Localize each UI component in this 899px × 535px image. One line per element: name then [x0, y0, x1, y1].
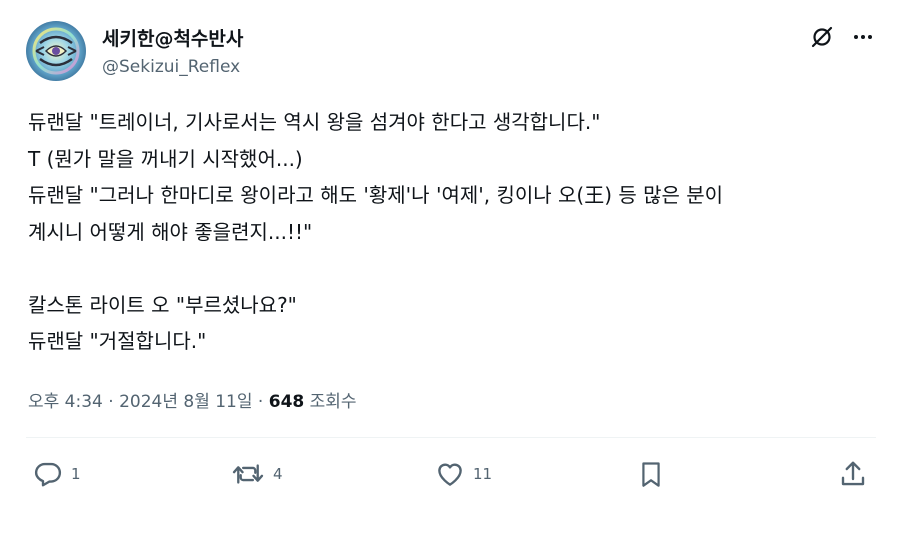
tweet-line: 듀랜달 "거절합니다.": [28, 329, 207, 353]
share-button[interactable]: [838, 458, 868, 490]
like-button[interactable]: 11: [435, 458, 492, 490]
like-count: 11: [473, 465, 493, 483]
tweet-line: T (뭔가 말을 꺼내기 시작했어...): [28, 146, 303, 171]
author-handle[interactable]: @Sekizui_Reflex: [102, 57, 240, 77]
share-icon: [841, 461, 865, 486]
author-display-name[interactable]: 세키한@척수반사: [102, 24, 243, 51]
tweet-line: 듀랜달 "트레이너, 기사로서는 역시 왕을 섬겨야 한다고 생각합니다.": [28, 110, 601, 134]
like-icon: [438, 463, 462, 486]
more-icon[interactable]: [850, 24, 876, 50]
bookmark-button[interactable]: [637, 458, 665, 490]
avatar[interactable]: [26, 21, 86, 81]
tweet-line: 칼스톤 라이트 오 "부르셨나요?": [28, 292, 297, 317]
views-count: 648: [268, 392, 305, 412]
grok-icon[interactable]: [809, 24, 835, 50]
tweet-line: 계시니 어떻게 해야 좋을련지...!!": [28, 219, 313, 244]
timestamp[interactable]: 오후 4:34 · 2024년 8월 11일 ·: [28, 392, 269, 412]
reply-count: 1: [71, 465, 81, 483]
retweet-icon: [232, 464, 264, 484]
bookmark-icon: [642, 462, 660, 487]
avatar-image: [26, 21, 86, 81]
reply-button[interactable]: 1: [33, 458, 81, 490]
reply-icon: [34, 462, 62, 487]
retweet-count: 4: [273, 465, 283, 483]
retweet-button[interactable]: 4: [231, 458, 283, 490]
tweet-meta: 오후 4:34 · 2024년 8월 11일 · 648 조회수: [28, 387, 357, 412]
tweet-text: 듀랜달 "트레이너, 기사로서는 역시 왕을 섬겨야 한다고 생각합니다." T…: [28, 104, 888, 360]
divider: [26, 437, 876, 438]
views-label: 조회수: [304, 392, 357, 412]
tweet-line: 듀랜달 "그러나 한마디로 왕이라고 해도 '황제'나 '여제', 킹이나 오(…: [28, 183, 724, 207]
tweet-card: 세키한@척수반사 @Sekizui_Reflex 듀랜달 "트레이너, 기사로서…: [0, 0, 899, 535]
